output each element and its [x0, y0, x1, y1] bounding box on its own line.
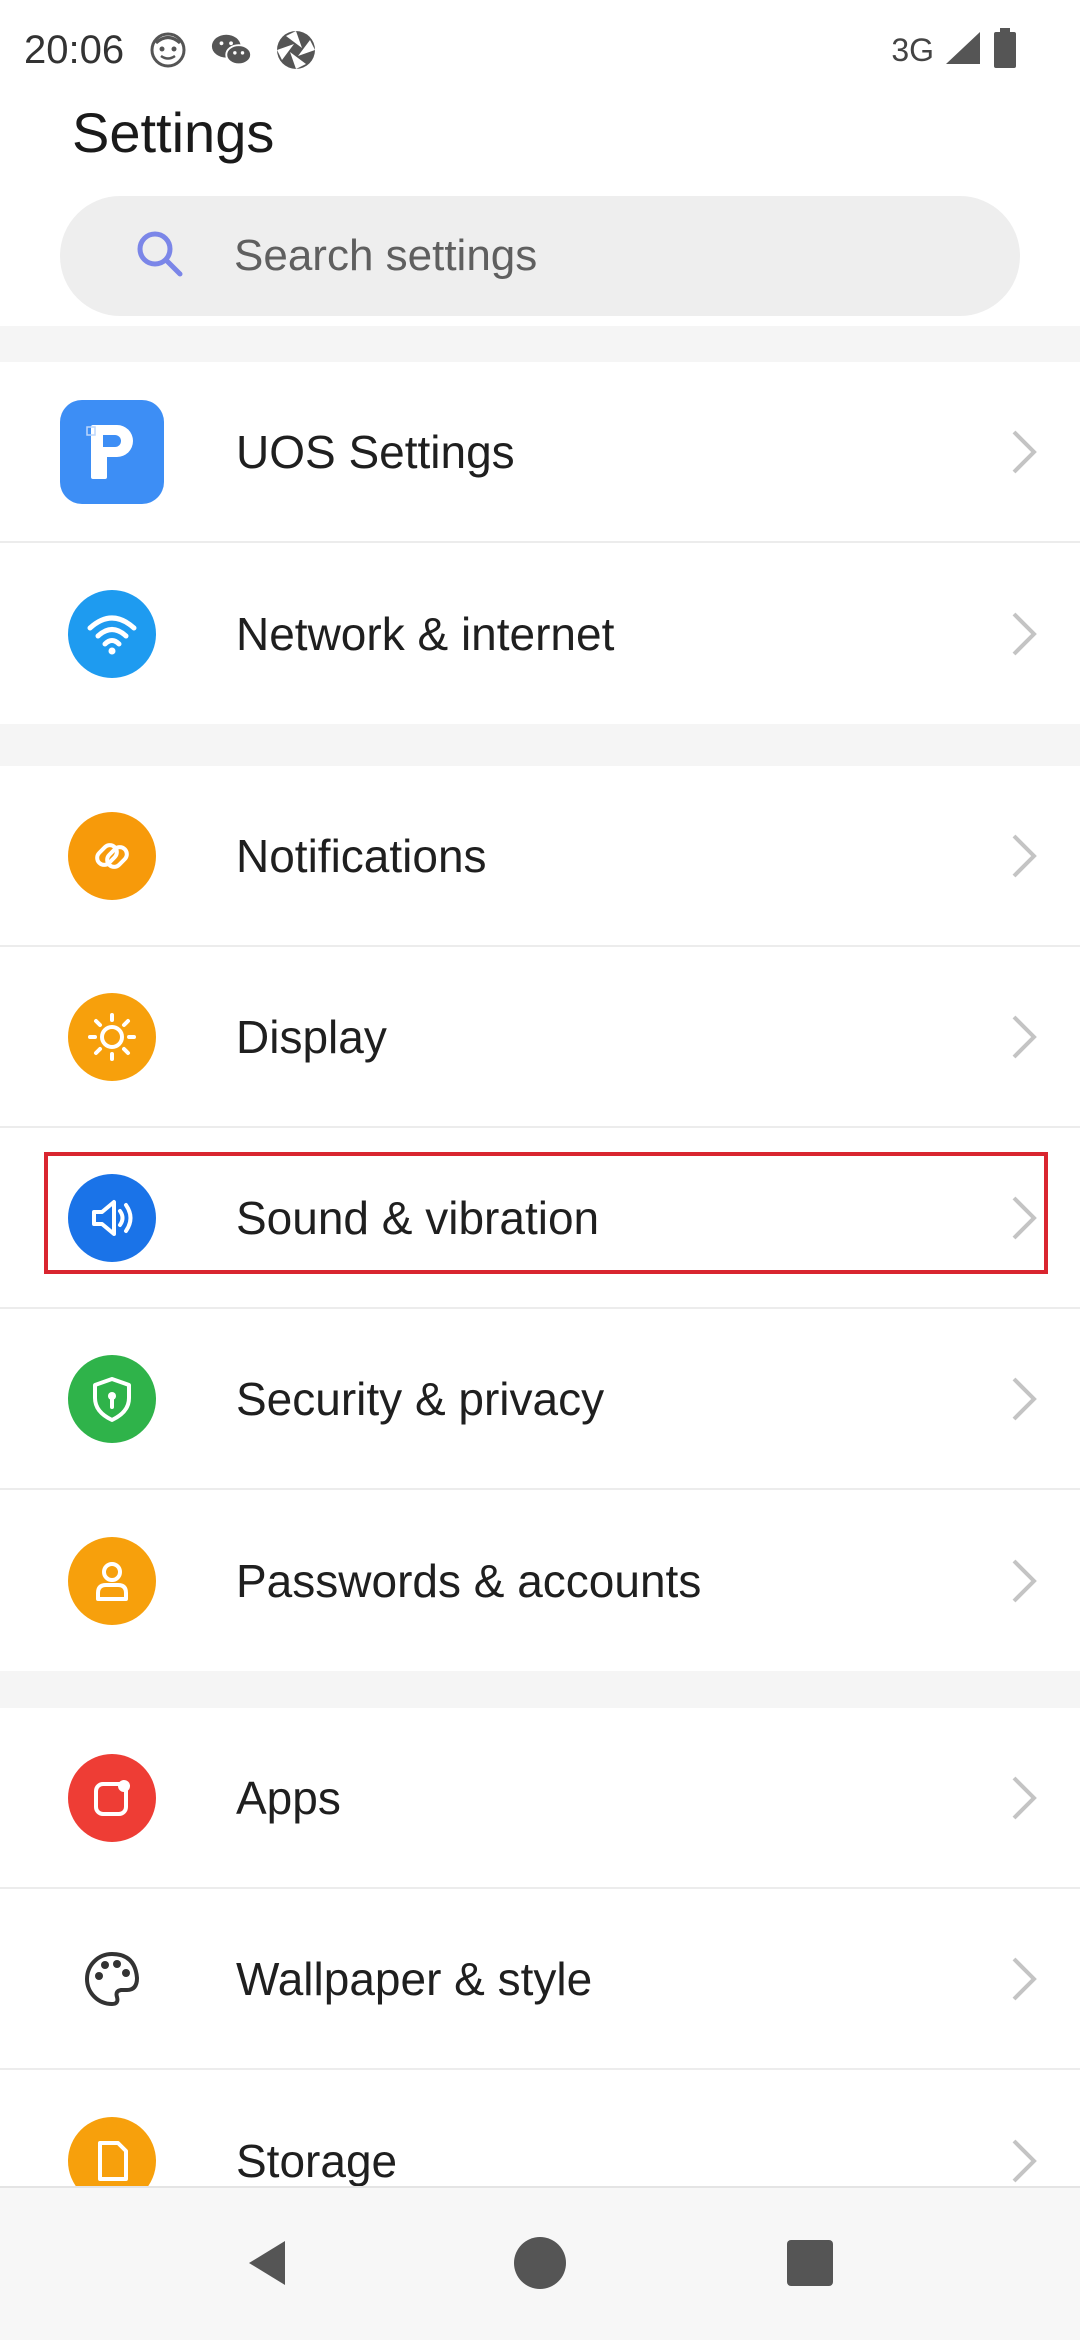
settings-item-uos[interactable]: UOS Settings	[0, 362, 1080, 543]
signal-icon	[942, 28, 982, 73]
header: Settings Search settings	[0, 100, 1080, 326]
chevron-right-icon	[1012, 1776, 1037, 1819]
back-icon[interactable]	[234, 2228, 304, 2298]
wifi-icon	[68, 589, 156, 678]
speaker-icon	[68, 1173, 156, 1262]
sun-icon	[68, 992, 156, 1081]
settings-item-label: UOS Settings	[236, 425, 515, 478]
chevron-right-icon	[1012, 2139, 1037, 2182]
chevron-right-icon	[1012, 1377, 1037, 1420]
settings-group-3: Apps Wallpaper & style Storage	[0, 1708, 1080, 2251]
apps-icon	[68, 1753, 156, 1842]
settings-item-label: Storage	[236, 2134, 398, 2187]
home-icon[interactable]	[505, 2228, 575, 2298]
settings-group-1: UOS Settings Network & internet	[0, 362, 1080, 724]
settings-item-wallpaper[interactable]: Wallpaper & style	[0, 1889, 1080, 2070]
status-bar: 20:06 3G	[0, 0, 1080, 100]
chevron-right-icon	[1012, 1957, 1037, 2000]
settings-item-label: Security & privacy	[236, 1372, 605, 1425]
uos-app-icon	[60, 399, 164, 504]
face-icon	[146, 28, 190, 72]
settings-item-sound[interactable]: Sound & vibration	[0, 1128, 1080, 1309]
chevron-right-icon	[1012, 1196, 1037, 1239]
chevron-right-icon	[1012, 1015, 1037, 1058]
chevron-right-icon	[1012, 612, 1037, 655]
person-icon	[68, 1536, 156, 1625]
link-icon	[68, 811, 156, 900]
battery-icon	[990, 26, 1020, 75]
settings-item-label: Display	[236, 1010, 387, 1063]
page-title: Settings	[72, 101, 275, 164]
chevron-right-icon	[1012, 834, 1037, 877]
chevron-right-icon	[1012, 1559, 1037, 1602]
settings-item-passwords[interactable]: Passwords & accounts	[0, 1490, 1080, 1671]
settings-item-label: Apps	[236, 1771, 341, 1824]
search-placeholder: Search settings	[234, 231, 538, 280]
search-icon	[130, 224, 234, 289]
palette-icon	[68, 1935, 156, 2023]
search-input[interactable]: Search settings	[60, 196, 1020, 316]
settings-item-security[interactable]: Security & privacy	[0, 1309, 1080, 1490]
recents-icon[interactable]	[775, 2228, 845, 2298]
navigation-bar	[0, 2186, 1080, 2340]
settings-screen: 20:06 3G Settings Search settings UOS Se…	[0, 0, 1080, 2340]
settings-item-apps[interactable]: Apps	[0, 1708, 1080, 1889]
settings-item-label: Sound & vibration	[236, 1191, 600, 1244]
settings-item-label: Wallpaper & style	[236, 1952, 593, 2005]
wechat-icon	[210, 28, 254, 72]
settings-item-label: Network & internet	[236, 607, 615, 660]
aperture-icon	[274, 28, 318, 72]
status-time: 20:06	[24, 27, 125, 72]
settings-item-label: Passwords & accounts	[236, 1554, 702, 1607]
shield-icon	[68, 1354, 156, 1443]
network-type: 3G	[891, 31, 934, 68]
chevron-right-icon	[1012, 430, 1037, 473]
settings-item-label: Notifications	[236, 829, 487, 882]
settings-group-2: Notifications Display Sound & vibration …	[0, 766, 1080, 1671]
settings-item-display[interactable]: Display	[0, 947, 1080, 1128]
settings-item-notifications[interactable]: Notifications	[0, 766, 1080, 947]
settings-item-network[interactable]: Network & internet	[0, 543, 1080, 724]
